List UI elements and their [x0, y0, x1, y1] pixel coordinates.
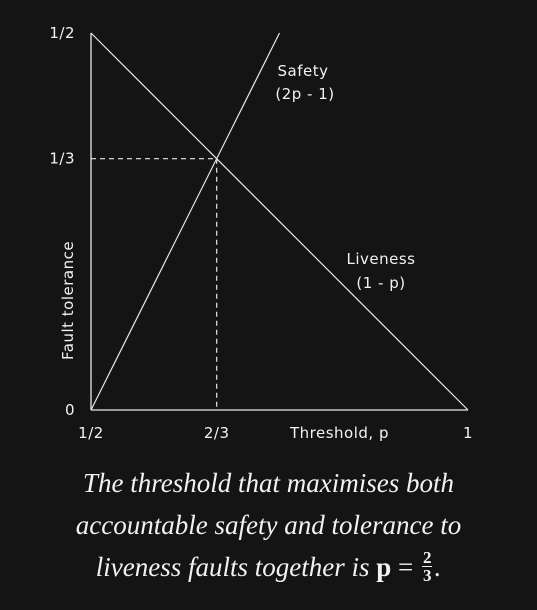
- caption-end-punct: .: [434, 552, 442, 582]
- liveness-formula: (1 - p): [356, 274, 405, 292]
- caption-line-1: The threshold that maximises both: [83, 468, 454, 498]
- math-variable: p: [376, 552, 392, 582]
- x-tick-label: 1/2: [78, 424, 104, 442]
- tick-labels: 1/2 2/3 1 0 1/3 1/2: [49, 24, 473, 442]
- math-fraction: 2 3: [421, 548, 433, 586]
- safety-line: [90, 32, 281, 411]
- y-tick-label: 1/3: [49, 150, 75, 168]
- x-tick-label: 1: [463, 424, 473, 442]
- math-equals: =: [398, 552, 414, 582]
- y-tick-label: 1/2: [49, 24, 75, 42]
- fraction-denominator: 3: [422, 566, 432, 586]
- series-labels: Safety (2p - 1) Liveness (1 - p): [275, 62, 415, 292]
- threshold-chart: 1/2 2/3 1 0 1/3 1/2 Safety (2p - 1) Liveness (1 …: [49, 24, 473, 442]
- caption-line-3: liveness faults together is p = 2 3 .: [0, 546, 537, 588]
- fraction-numerator: 2: [421, 548, 433, 568]
- caption-line-3-text: liveness faults together is: [95, 552, 370, 582]
- x-axis-label: Threshold, p: [289, 424, 389, 442]
- safety-formula: (2p - 1): [275, 85, 334, 103]
- chart-caption: The threshold that maximises both accoun…: [0, 462, 537, 588]
- caption-line-2: accountable safety and tolerance to: [75, 510, 462, 540]
- y-tick-label: 0: [65, 401, 75, 419]
- liveness-label: Liveness: [347, 250, 416, 268]
- x-tick-label: 2/3: [204, 424, 230, 442]
- safety-label: Safety: [278, 62, 329, 80]
- y-axis-label: Fault tolerance: [59, 241, 77, 360]
